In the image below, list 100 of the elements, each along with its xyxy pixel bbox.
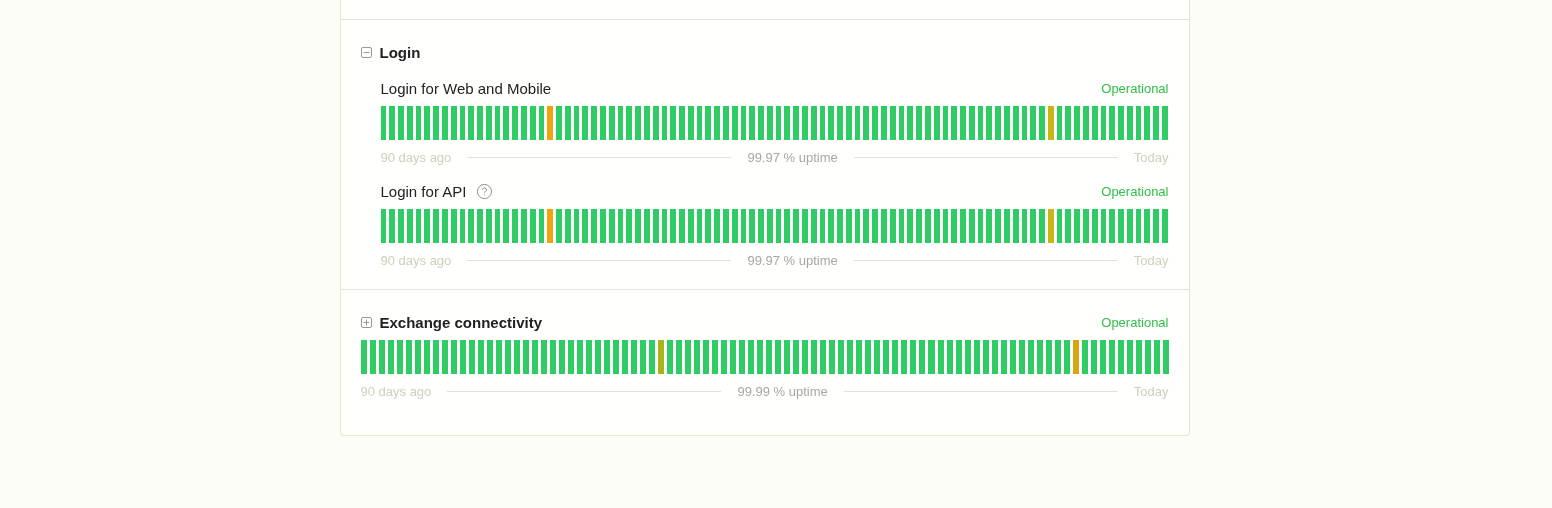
uptime-bar[interactable] [380,209,387,243]
uptime-bar[interactable] [494,106,501,140]
uptime-bar[interactable] [432,340,439,374]
uptime-bar[interactable] [468,209,475,243]
uptime-bar[interactable] [1063,340,1070,374]
uptime-bar[interactable] [670,209,677,243]
uptime-bar[interactable] [573,106,580,140]
uptime-bar[interactable] [964,340,971,374]
uptime-bar[interactable] [1003,106,1010,140]
uptime-bar[interactable] [591,106,598,140]
uptime-bar[interactable] [441,340,448,374]
uptime-bar[interactable] [1109,209,1116,243]
uptime-bar[interactable] [838,340,845,374]
uptime-bar[interactable] [1100,106,1107,140]
uptime-bar[interactable] [547,209,554,243]
uptime-bar[interactable] [907,106,914,140]
uptime-bar[interactable] [667,340,674,374]
uptime-bar[interactable] [415,106,422,140]
uptime-bar[interactable] [766,340,773,374]
uptime-bar[interactable] [415,209,422,243]
uptime-bar[interactable] [907,209,914,243]
collapse-icon[interactable] [360,46,372,58]
uptime-bar[interactable] [1135,106,1142,140]
uptime-bar[interactable] [459,340,466,374]
uptime-bar[interactable] [441,106,448,140]
uptime-bar[interactable] [608,106,615,140]
uptime-bar[interactable] [1036,340,1043,374]
uptime-bar[interactable] [486,340,493,374]
uptime-bar[interactable] [991,340,998,374]
uptime-bar[interactable] [845,106,852,140]
uptime-bar[interactable] [424,209,431,243]
uptime-bar[interactable] [874,340,881,374]
uptime-bar[interactable] [1099,340,1106,374]
uptime-bar[interactable] [1090,340,1097,374]
uptime-bar[interactable] [1144,340,1151,374]
uptime-bar[interactable] [1056,209,1063,243]
uptime-bar[interactable] [617,209,624,243]
uptime-bar[interactable] [494,209,501,243]
uptime-bar[interactable] [564,209,571,243]
uptime-bar[interactable] [1012,209,1019,243]
uptime-bar[interactable] [889,209,896,243]
uptime-bar[interactable] [828,209,835,243]
uptime-bar[interactable] [892,340,899,374]
uptime-bar[interactable] [612,340,619,374]
uptime-bar[interactable] [898,209,905,243]
uptime-bar[interactable] [810,209,817,243]
uptime-bar[interactable] [986,209,993,243]
uptime-bar[interactable] [585,340,592,374]
uptime-bar[interactable] [687,106,694,140]
uptime-bar[interactable] [360,340,367,374]
uptime-bar[interactable] [608,209,615,243]
uptime-bar[interactable] [1047,106,1054,140]
uptime-bar[interactable] [406,209,413,243]
uptime-bar[interactable] [1056,106,1063,140]
uptime-bar[interactable] [973,340,980,374]
uptime-bar[interactable] [1012,106,1019,140]
uptime-bar[interactable] [845,209,852,243]
uptime-bar[interactable] [582,209,589,243]
uptime-bar[interactable] [1030,209,1037,243]
uptime-bar[interactable] [1018,340,1025,374]
uptime-bar[interactable] [1135,209,1142,243]
uptime-bar[interactable] [982,340,989,374]
uptime-bar[interactable] [1000,340,1007,374]
uptime-bar[interactable] [946,340,953,374]
uptime-bar[interactable] [889,106,896,140]
uptime-bar[interactable] [1144,106,1151,140]
uptime-bar[interactable] [661,209,668,243]
uptime-bar[interactable] [740,209,747,243]
uptime-bar[interactable] [1065,106,1072,140]
uptime-bar[interactable] [685,340,692,374]
uptime-bar[interactable] [722,209,729,243]
uptime-bar[interactable] [829,340,836,374]
uptime-bar[interactable] [468,106,475,140]
uptime-bar[interactable] [513,340,520,374]
uptime-bar[interactable] [378,340,385,374]
uptime-bar[interactable] [1117,340,1124,374]
uptime-bar[interactable] [1153,209,1160,243]
uptime-bar[interactable] [819,209,826,243]
uptime-bar[interactable] [811,340,818,374]
uptime-bar[interactable] [955,340,962,374]
uptime-bar[interactable] [1003,209,1010,243]
uptime-bar[interactable] [694,340,701,374]
uptime-bar[interactable] [396,340,403,374]
uptime-bar[interactable] [405,340,412,374]
uptime-bar[interactable] [389,106,396,140]
uptime-bar[interactable] [1009,340,1016,374]
uptime-bar[interactable] [863,106,870,140]
uptime-bar[interactable] [924,106,931,140]
uptime-bar[interactable] [977,106,984,140]
uptime-bar[interactable] [910,340,917,374]
uptime-bar[interactable] [504,340,511,374]
uptime-bar[interactable] [898,106,905,140]
uptime-bar[interactable] [883,340,890,374]
uptime-bar[interactable] [854,106,861,140]
uptime-bar[interactable] [1109,106,1116,140]
uptime-bar[interactable] [1126,209,1133,243]
uptime-bar[interactable] [730,340,737,374]
uptime-bar[interactable] [1162,340,1169,374]
uptime-bar[interactable] [942,106,949,140]
uptime-bar[interactable] [538,209,545,243]
